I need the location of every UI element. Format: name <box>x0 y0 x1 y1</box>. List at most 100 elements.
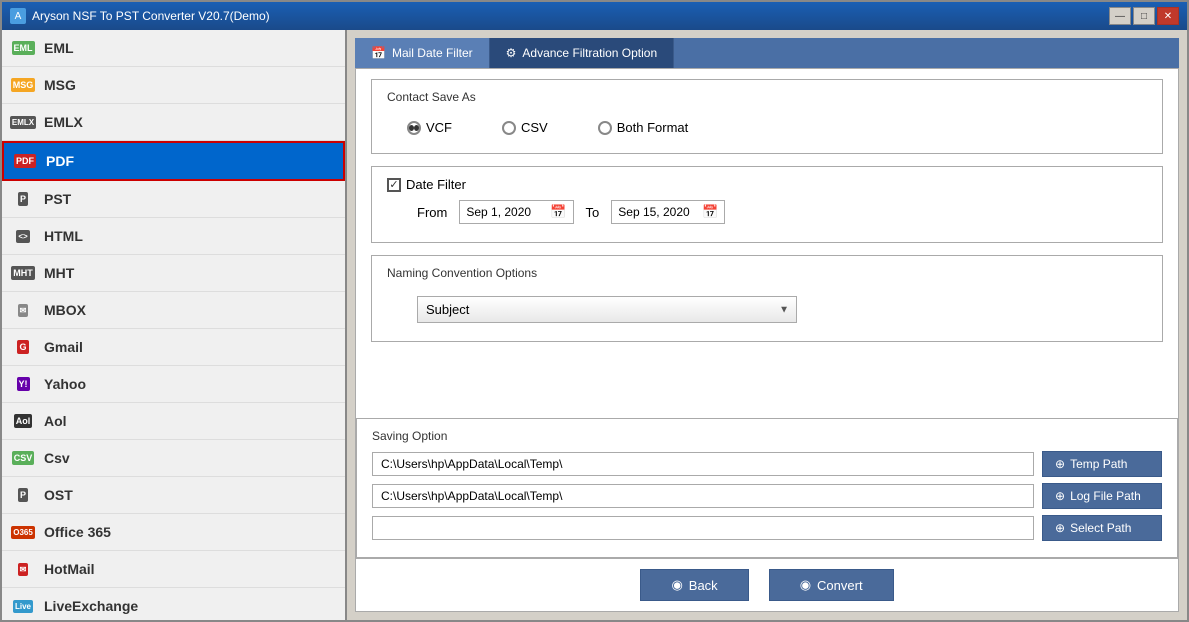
sidebar-item-html[interactable]: <>HTML <box>2 218 345 255</box>
to-date-field[interactable] <box>618 205 698 219</box>
app-icon: A <box>10 8 26 24</box>
main-content: EMLEMLMSGMSGEMLXEMLXPDFPDFPPST<>HTMLMHTM… <box>2 30 1187 620</box>
sidebar-item-mbox[interactable]: ✉MBOX <box>2 292 345 329</box>
sidebar: EMLEMLMSGMSGEMLXEMLXPDFPDFPPST<>HTMLMHTM… <box>2 30 347 620</box>
sidebar-label-ost: OST <box>44 487 73 503</box>
select-path-input[interactable] <box>372 516 1034 540</box>
filter-icon: ⚙ <box>506 46 517 60</box>
date-filter-checkbox-row[interactable]: Date Filter <box>387 177 1147 192</box>
select-path-row: ⊕ Select Path <box>372 515 1162 541</box>
temp-path-button[interactable]: ⊕ Temp Path <box>1042 451 1162 477</box>
from-label: From <box>417 205 447 220</box>
right-panel: 📅 Mail Date Filter ⚙ Advance Filtration … <box>347 30 1187 620</box>
radio-csv-label: CSV <box>521 120 548 135</box>
saving-option-label: Saving Option <box>372 429 1162 443</box>
date-filter-label: Date Filter <box>406 177 466 192</box>
sidebar-label-html: HTML <box>44 228 83 244</box>
convert-icon: ◉ <box>800 577 811 593</box>
contact-save-as-section: Contact Save As VCF CSV <box>371 79 1163 154</box>
to-label: To <box>586 205 600 220</box>
sidebar-item-msg[interactable]: MSGMSG <box>2 67 345 104</box>
radio-vcf-circle <box>407 121 421 135</box>
sidebar-icon-msg: MSG <box>12 74 34 96</box>
to-date-input[interactable]: 📅 <box>611 200 725 224</box>
close-button[interactable]: ✕ <box>1157 7 1179 25</box>
back-icon: ◉ <box>671 577 682 593</box>
window-title: Aryson NSF To PST Converter V20.7(Demo) <box>32 9 270 23</box>
radio-vcf[interactable]: VCF <box>407 120 452 135</box>
convert-btn-label: Convert <box>817 578 863 593</box>
convert-button[interactable]: ◉ Convert <box>769 569 894 601</box>
log-file-path-button[interactable]: ⊕ Log File Path <box>1042 483 1162 509</box>
sidebar-icon-mht: MHT <box>12 262 34 284</box>
sidebar-item-aol[interactable]: AolAol <box>2 403 345 440</box>
naming-convention-row: Subject Date From To ▼ <box>387 288 1147 331</box>
sidebar-item-csv[interactable]: CSVCsv <box>2 440 345 477</box>
radio-both-circle <box>598 121 612 135</box>
sidebar-icon-csv: CSV <box>12 447 34 469</box>
temp-path-row: ⊕ Temp Path <box>372 451 1162 477</box>
bottom-bar: ◉ Back ◉ Convert <box>356 558 1178 611</box>
date-filter-section: Date Filter From 📅 To 📅 <box>371 166 1163 243</box>
back-btn-label: Back <box>689 578 718 593</box>
radio-csv[interactable]: CSV <box>502 120 548 135</box>
sidebar-label-pdf: PDF <box>46 153 74 169</box>
log-file-icon: ⊕ <box>1055 489 1065 503</box>
sidebar-label-mht: MHT <box>44 265 74 281</box>
tab-bar: 📅 Mail Date Filter ⚙ Advance Filtration … <box>355 38 1179 68</box>
log-file-path-input[interactable] <box>372 484 1034 508</box>
to-calendar-icon[interactable]: 📅 <box>702 204 718 220</box>
from-calendar-icon[interactable]: 📅 <box>550 204 566 220</box>
maximize-button[interactable]: □ <box>1133 7 1155 25</box>
tab-advance-filtration-label: Advance Filtration Option <box>522 46 657 60</box>
sidebar-label-liveexchange: LiveExchange <box>44 598 138 614</box>
radio-vcf-label: VCF <box>426 120 452 135</box>
minimize-button[interactable]: — <box>1109 7 1131 25</box>
contact-save-as-label: Contact Save As <box>387 90 1147 104</box>
naming-convention-select[interactable]: Subject Date From To <box>417 296 797 323</box>
sidebar-label-hotmail: HotMail <box>44 561 95 577</box>
sidebar-icon-ost: P <box>12 484 34 506</box>
sidebar-label-yahoo: Yahoo <box>44 376 86 392</box>
tab-advance-filtration[interactable]: ⚙ Advance Filtration Option <box>490 38 675 68</box>
sidebar-item-emlx[interactable]: EMLXEMLX <box>2 104 345 141</box>
temp-path-btn-label: Temp Path <box>1070 457 1127 471</box>
sidebar-item-eml[interactable]: EML EML <box>2 30 345 67</box>
select-path-button[interactable]: ⊕ Select Path <box>1042 515 1162 541</box>
sidebar-item-pst[interactable]: PPST <box>2 181 345 218</box>
sidebar-icon-liveexchange: Live <box>12 595 34 617</box>
main-panel: Contact Save As VCF CSV <box>356 69 1178 418</box>
sidebar-icon-gmail: G <box>12 336 34 358</box>
naming-convention-label: Naming Convention Options <box>387 266 1147 280</box>
tab-mail-date-filter-label: Mail Date Filter <box>392 46 473 60</box>
contact-save-as-radio-group: VCF CSV Both Format <box>387 112 1147 143</box>
sidebar-label-emlx: EMLX <box>44 114 83 130</box>
calendar-icon: 📅 <box>371 46 386 60</box>
sidebar-item-mht[interactable]: MHT MHT <box>2 255 345 292</box>
temp-path-input[interactable] <box>372 452 1034 476</box>
sidebar-item-yahoo[interactable]: Y!Yahoo <box>2 366 345 403</box>
select-path-icon: ⊕ <box>1055 521 1065 535</box>
back-button[interactable]: ◉ Back <box>640 569 748 601</box>
naming-convention-section: Naming Convention Options Subject Date F… <box>371 255 1163 342</box>
sidebar-item-hotmail[interactable]: ✉HotMail <box>2 551 345 588</box>
from-date-field[interactable] <box>466 205 546 219</box>
radio-both-label: Both Format <box>617 120 689 135</box>
sidebar-item-ost[interactable]: P OST <box>2 477 345 514</box>
sidebar-item-office365[interactable]: O365Office 365 <box>2 514 345 551</box>
sidebar-item-pdf[interactable]: PDF PDF <box>2 141 345 181</box>
naming-convention-select-wrapper: Subject Date From To ▼ <box>417 296 797 323</box>
sidebar-icon-pst: P <box>12 188 34 210</box>
sidebar-item-gmail[interactable]: GGmail <box>2 329 345 366</box>
tab-mail-date-filter[interactable]: 📅 Mail Date Filter <box>355 38 490 68</box>
sidebar-icon-eml: EML <box>12 37 34 59</box>
title-bar-buttons: — □ ✕ <box>1109 7 1179 25</box>
sidebar-item-liveexchange[interactable]: Live LiveExchange <box>2 588 345 620</box>
saving-option-section: Saving Option ⊕ Temp Path ⊕ Log File Pat… <box>356 418 1178 558</box>
sidebar-label-eml: EML <box>44 40 74 56</box>
date-filter-checkbox[interactable] <box>387 178 401 192</box>
sidebar-icon-pdf: PDF <box>14 150 36 172</box>
sidebar-icon-office365: O365 <box>12 521 34 543</box>
radio-both-format[interactable]: Both Format <box>598 120 689 135</box>
from-date-input[interactable]: 📅 <box>459 200 573 224</box>
